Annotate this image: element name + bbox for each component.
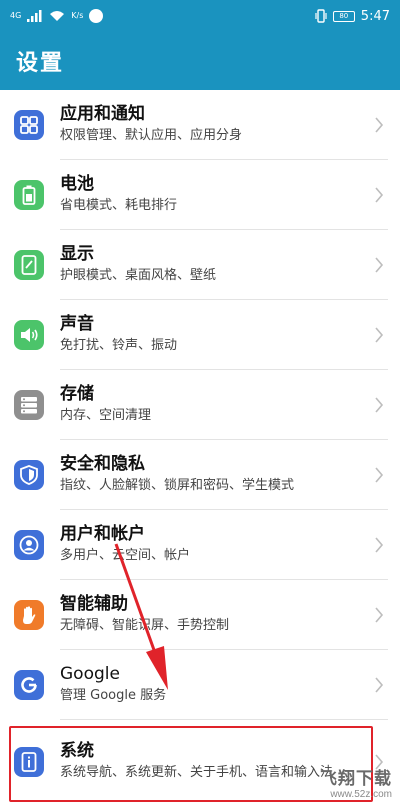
clock: 5:47 [360, 8, 390, 24]
chevron-right-icon [364, 160, 394, 230]
vibrate-icon [315, 9, 327, 23]
settings-item-subtitle: 免打扰、铃声、振动 [60, 338, 178, 353]
settings-item-title: 存储 [60, 384, 94, 404]
settings-item-title: 智能辅助 [60, 594, 128, 614]
network-type: 4G [10, 11, 22, 20]
chevron-right-icon [364, 650, 394, 720]
apps-grid-icon [14, 110, 44, 140]
settings-item-subtitle: 省电模式、耗电排行 [60, 198, 178, 213]
settings-item-title: 用户和帐户 [60, 524, 145, 544]
settings-item-apps[interactable]: 应用和通知 权限管理、默认应用、应用分身 [0, 90, 400, 160]
notification-icon [89, 9, 104, 23]
google-icon [14, 670, 44, 700]
settings-item-battery[interactable]: 电池 省电模式、耗电排行 [0, 160, 400, 230]
watermark-brand: 飞翔下载 [320, 769, 392, 788]
hand-icon [14, 600, 44, 630]
settings-item-subtitle: 权限管理、默认应用、应用分身 [60, 128, 243, 143]
chevron-right-icon [364, 580, 394, 650]
app-bar: 设置 [0, 32, 400, 90]
page-title: 设置 [16, 51, 65, 76]
chevron-right-icon [364, 510, 394, 580]
chevron-right-icon [364, 300, 394, 370]
settings-item-subtitle: 无障碍、智能识屏、手势控制 [60, 618, 230, 633]
battery-icon [14, 180, 44, 210]
watermark: 飞翔下载 www.52z.com [306, 762, 392, 802]
settings-item-accessibility[interactable]: 智能辅助 无障碍、智能识屏、手势控制 [0, 580, 400, 650]
signal-icon [27, 10, 42, 22]
settings-item-title: 电池 [60, 174, 94, 194]
settings-item-title: 应用和通知 [60, 104, 145, 124]
storage-icon [14, 390, 44, 420]
status-bar-left: 4G K/s [10, 9, 104, 23]
settings-list: 应用和通知 权限管理、默认应用、应用分身 电池 省电模式、耗电排行 显示 护眼模… [0, 90, 400, 804]
chevron-right-icon [364, 440, 394, 510]
settings-item-display[interactable]: 显示 护眼模式、桌面风格、壁纸 [0, 230, 400, 300]
settings-item-storage[interactable]: 存储 内存、空间清理 [0, 370, 400, 440]
settings-item-title: 显示 [60, 244, 94, 264]
settings-item-subtitle: 护眼模式、桌面风格、壁纸 [60, 268, 217, 283]
settings-item-sound[interactable]: 声音 免打扰、铃声、振动 [0, 300, 400, 370]
chevron-right-icon [364, 90, 394, 160]
settings-item-subtitle: 指纹、人脸解锁、锁屏和密码、学生模式 [60, 478, 295, 493]
settings-item-subtitle: 管理 Google 服务 [60, 688, 167, 703]
settings-item-google[interactable]: Google 管理 Google 服务 [0, 650, 400, 720]
watermark-url: www.52z.com [330, 789, 392, 800]
battery-indicator: 80 [332, 10, 355, 22]
network-speed: K/s [71, 11, 84, 20]
chevron-right-icon [364, 230, 394, 300]
settings-item-subtitle: 多用户、云空间、帐户 [60, 548, 191, 563]
display-icon [14, 250, 44, 280]
settings-item-title: 声音 [60, 314, 94, 334]
chevron-right-icon [364, 370, 394, 440]
speaker-icon [14, 320, 44, 350]
settings-item-subtitle: 内存、空间清理 [60, 408, 152, 423]
shield-icon [14, 460, 44, 490]
settings-item-title: Google [60, 664, 120, 684]
settings-item-title: 安全和隐私 [60, 454, 145, 474]
settings-item-accounts[interactable]: 用户和帐户 多用户、云空间、帐户 [0, 510, 400, 580]
user-icon [14, 530, 44, 560]
status-bar: 4G K/s 80 5:47 [0, 0, 400, 32]
status-bar-right: 80 5:47 [315, 9, 390, 24]
wifi-icon [50, 11, 65, 21]
settings-item-security[interactable]: 安全和隐私 指纹、人脸解锁、锁屏和密码、学生模式 [0, 440, 400, 510]
